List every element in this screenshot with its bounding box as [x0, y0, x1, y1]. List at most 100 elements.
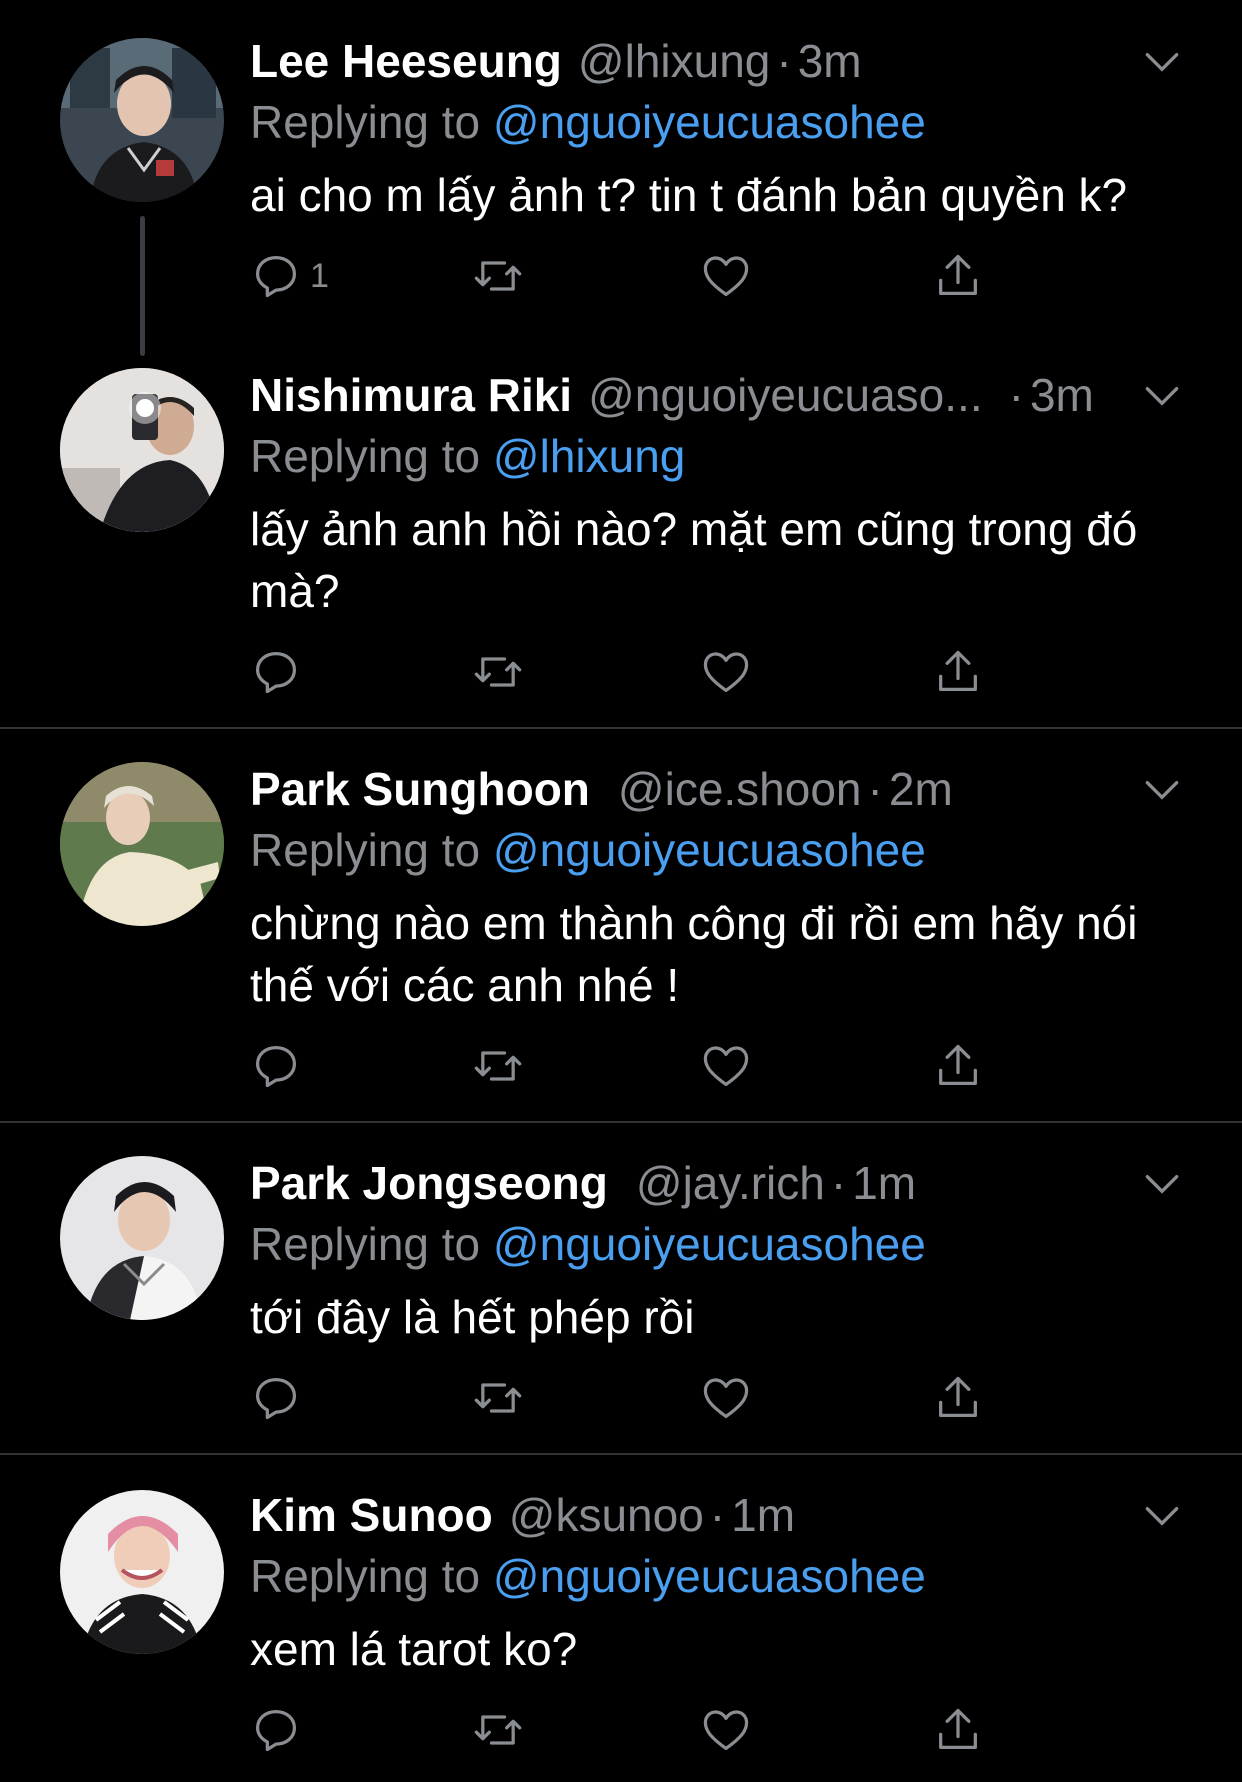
tweet-actions: 1: [250, 246, 1010, 306]
timestamp[interactable]: 3m: [1030, 364, 1094, 426]
reply-button[interactable]: [250, 1036, 302, 1096]
reply-icon: [255, 651, 297, 694]
mention-link[interactable]: @nguoiyeucuasohee: [493, 1218, 926, 1270]
share-button[interactable]: [932, 1368, 984, 1428]
separator-dot: ·: [867, 763, 883, 815]
mention-link[interactable]: @lhixung: [493, 430, 685, 482]
tweet-kim-sunoo[interactable]: Kim Sunoo @ksunoo · 1m Replying to @nguo…: [0, 1484, 1242, 1782]
chevron-down-icon[interactable]: [1140, 768, 1184, 812]
separator-dot: ·: [1008, 369, 1024, 421]
like-button[interactable]: [700, 1368, 752, 1428]
tweet-text: lấy ảnh anh hồi nào? mặt em cũng trong đ…: [250, 503, 1138, 617]
mention-link[interactable]: @nguoiyeucuasohee: [493, 824, 926, 876]
retweet-icon: [474, 1383, 522, 1413]
timestamp[interactable]: 1m: [731, 1484, 795, 1546]
replying-to: Replying to @nguoiyeucuasohee: [250, 1214, 926, 1274]
reply-button[interactable]: [250, 1700, 302, 1760]
retweet-icon: [474, 1715, 522, 1745]
display-name[interactable]: Park Sunghoon: [250, 758, 590, 820]
retweet-button[interactable]: [472, 1700, 524, 1760]
tweet-lee-heeseung[interactable]: Lee Heeseung @lhixung · 3m Replying to @…: [0, 30, 1242, 360]
thread-line: [140, 216, 145, 356]
retweet-button[interactable]: [472, 246, 524, 306]
like-button[interactable]: [700, 1036, 752, 1096]
heart-icon: [703, 1710, 749, 1751]
chevron-down-icon[interactable]: [1140, 40, 1184, 84]
retweet-button[interactable]: [472, 1036, 524, 1096]
avatar[interactable]: [60, 38, 224, 202]
like-button[interactable]: [700, 642, 752, 702]
heart-icon: [703, 1046, 749, 1087]
avatar[interactable]: [60, 762, 224, 926]
display-name[interactable]: Lee Heeseung: [250, 30, 562, 92]
tweet-actions: [250, 1036, 1010, 1096]
avatar[interactable]: [60, 1490, 224, 1654]
retweet-button[interactable]: [472, 642, 524, 702]
mention-link[interactable]: @nguoiyeucuasohee: [493, 1550, 926, 1602]
chevron-down-icon[interactable]: [1140, 1494, 1184, 1538]
tweet-header: Lee Heeseung @lhixung · 3m: [250, 30, 862, 92]
tweet-header: Park Sunghoon @ice.shoon · 2m: [250, 758, 953, 820]
tweet-park-jongseong[interactable]: Park Jongseong @jay.rich · 1m Replying t…: [0, 1152, 1242, 1452]
separator-dot: ·: [776, 35, 792, 87]
replying-to-label: Replying to: [250, 824, 481, 876]
timestamp[interactable]: 1m: [852, 1152, 916, 1214]
tweet-text: xem lá tarot ko?: [250, 1623, 578, 1675]
avatar[interactable]: [60, 1156, 224, 1320]
replying-to-label: Replying to: [250, 430, 481, 482]
replying-to: Replying to @nguoiyeucuasohee: [250, 820, 926, 880]
tweet-nishimura-riki[interactable]: Nishimura Riki @nguoiyeucuaso... · 3m Re…: [0, 362, 1242, 728]
tweet-header: Kim Sunoo @ksunoo · 1m: [250, 1484, 795, 1546]
retweet-icon: [474, 261, 522, 291]
heart-icon: [703, 1378, 749, 1419]
reply-icon: [255, 255, 297, 298]
retweet-icon: [474, 657, 522, 687]
tweet-text: ai cho m lấy ảnh t? tin t đánh bản quyền…: [250, 169, 1128, 221]
reply-button[interactable]: 1: [250, 246, 329, 306]
user-handle[interactable]: @nguoiyeucuaso...: [588, 364, 983, 426]
user-handle[interactable]: @lhixung: [578, 30, 770, 92]
replying-to-label: Replying to: [250, 1550, 481, 1602]
replying-to-label: Replying to: [250, 96, 481, 148]
tweet-header: Park Jongseong @jay.rich · 1m: [250, 1152, 916, 1214]
reply-icon: [255, 1377, 297, 1420]
share-icon: [939, 1376, 977, 1417]
share-icon: [939, 254, 977, 295]
timestamp[interactable]: 2m: [889, 758, 953, 820]
retweet-icon: [474, 1051, 522, 1081]
timestamp[interactable]: 3m: [798, 30, 862, 92]
separator-dot: ·: [830, 1157, 847, 1209]
share-button[interactable]: [932, 1700, 984, 1760]
mention-link[interactable]: @nguoiyeucuasohee: [493, 96, 926, 148]
tweet-actions: [250, 1368, 1010, 1428]
divider: [0, 727, 1242, 729]
replying-to-label: Replying to: [250, 1218, 481, 1270]
separator-dot: ·: [709, 1489, 726, 1541]
user-handle[interactable]: @jay.rich: [636, 1152, 825, 1214]
tweet-park-sunghoon[interactable]: Park Sunghoon @ice.shoon · 2m Replying t…: [0, 758, 1242, 1122]
tweet-actions: [250, 642, 1010, 702]
display-name[interactable]: Nishimura Riki: [250, 364, 572, 426]
divider: [0, 1453, 1242, 1455]
tweet-actions: [250, 1700, 1010, 1760]
share-button[interactable]: [932, 1036, 984, 1096]
display-name[interactable]: Park Jongseong: [250, 1152, 608, 1214]
replying-to: Replying to @nguoiyeucuasohee: [250, 1546, 926, 1606]
like-button[interactable]: [700, 246, 752, 306]
share-button[interactable]: [932, 246, 984, 306]
like-button[interactable]: [700, 1700, 752, 1760]
reply-button[interactable]: [250, 1368, 302, 1428]
user-handle[interactable]: @ice.shoon: [618, 758, 862, 820]
avatar[interactable]: [60, 368, 224, 532]
share-icon: [939, 1044, 977, 1085]
retweet-button[interactable]: [472, 1368, 524, 1428]
display-name[interactable]: Kim Sunoo: [250, 1484, 493, 1546]
reply-icon: [255, 1709, 297, 1752]
reply-button[interactable]: [250, 642, 302, 702]
share-button[interactable]: [932, 642, 984, 702]
heart-icon: [703, 652, 749, 693]
chevron-down-icon[interactable]: [1140, 374, 1184, 418]
divider: [0, 1121, 1242, 1123]
chevron-down-icon[interactable]: [1140, 1162, 1184, 1206]
user-handle[interactable]: @ksunoo: [509, 1484, 704, 1546]
